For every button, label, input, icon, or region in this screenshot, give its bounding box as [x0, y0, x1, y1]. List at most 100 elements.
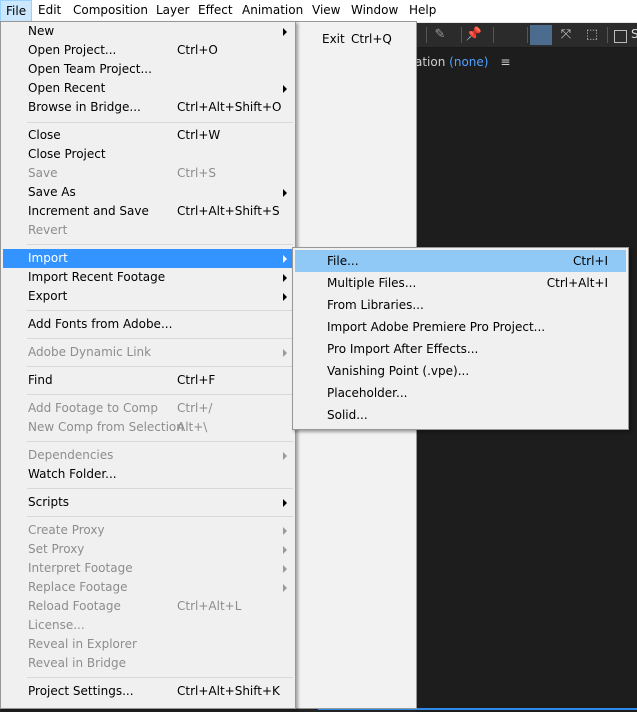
menu-item-label: Scripts: [28, 495, 70, 509]
menu-animation[interactable]: Animation: [237, 0, 308, 22]
menu-file[interactable]: File: [0, 0, 33, 22]
submenu-arrow-icon: [283, 85, 287, 93]
menu-item-reveal-in-bridge: Reveal in Bridge: [3, 654, 293, 673]
axis-icon[interactable]: ⤧: [555, 26, 577, 44]
menu-item-label: Save: [28, 166, 58, 180]
menu-view[interactable]: View: [307, 0, 345, 22]
menu-item-label: Set Proxy: [28, 542, 85, 556]
menu-item-shortcut: Ctrl+/: [177, 401, 213, 415]
menu-item-label: Project Settings...: [28, 684, 134, 698]
menu-separator: [27, 338, 293, 339]
menu-item-label: Import Adobe Premiere Pro Project...: [327, 320, 546, 334]
submenu-arrow-icon: [283, 584, 287, 592]
menu-separator: [27, 441, 293, 442]
local-axis-mode-icon[interactable]: [530, 25, 552, 45]
menu-item-label: From Libraries...: [327, 298, 424, 312]
menu-separator: [27, 310, 293, 311]
menu-edit[interactable]: Edit: [33, 0, 66, 22]
menu-item-new-comp-from-selection: New Comp from Selection Alt+\: [3, 418, 293, 437]
menu-item-label: Import: [28, 251, 68, 265]
menu-bar: File Edit Composition Layer Effect Anima…: [0, 0, 637, 23]
menu-item-scripts[interactable]: Scripts: [3, 493, 293, 512]
import-premiere-project-item[interactable]: Import Adobe Premiere Pro Project...: [295, 316, 626, 338]
import-file-item[interactable]: File... Ctrl+I: [295, 250, 626, 272]
menu-item-import[interactable]: Import: [3, 249, 293, 268]
menu-item-browse-in-bridge[interactable]: Browse in Bridge... Ctrl+Alt+Shift+O: [3, 98, 293, 117]
submenu-arrow-icon: [283, 349, 287, 357]
toolbar-divider: [527, 27, 528, 43]
menu-item-label: Increment and Save: [28, 204, 149, 218]
file-menu: New Open Project... Ctrl+O Open Team Pro…: [0, 21, 296, 709]
menu-item-label: New Comp from Selection: [28, 420, 184, 434]
menu-item-label: New: [28, 24, 55, 38]
menu-item-open-team-project[interactable]: Open Team Project...: [3, 60, 293, 79]
hamburger-icon[interactable]: ≡: [500, 55, 510, 69]
snapping-checkbox[interactable]: [614, 30, 627, 43]
menu-item-label: Revert: [28, 223, 68, 237]
menu-layer[interactable]: Layer: [151, 0, 194, 22]
import-vanishing-point-item[interactable]: Vanishing Point (.vpe)...: [295, 360, 626, 382]
menu-item-label: Vanishing Point (.vpe)...: [327, 364, 470, 378]
submenu-arrow-icon: [283, 189, 287, 197]
submenu-arrow-icon: [283, 274, 287, 282]
menu-item-label: Dependencies: [28, 448, 114, 462]
menu-help[interactable]: Help: [404, 0, 441, 22]
menu-item-watch-folder[interactable]: Watch Folder...: [3, 465, 293, 484]
exit-menu-item[interactable]: Exit Ctrl+Q: [298, 30, 414, 49]
import-multiple-files-item[interactable]: Multiple Files... Ctrl+Alt+I: [295, 272, 626, 294]
menu-item-label: Export: [28, 289, 68, 303]
menu-item-shortcut: Ctrl+Alt+Shift+S: [177, 204, 280, 218]
menu-window[interactable]: Window: [346, 0, 403, 22]
menu-item-label: Replace Footage: [28, 580, 128, 594]
menu-item-label: Solid...: [327, 408, 368, 422]
menu-item-shortcut: Ctrl+I: [573, 254, 608, 268]
menu-item-shortcut: Ctrl+Alt+Shift+K: [177, 684, 280, 698]
menu-item-interpret-footage: Interpret Footage: [3, 559, 293, 578]
menu-item-export[interactable]: Export: [3, 287, 293, 306]
toolbar-divider: [607, 27, 608, 43]
transform-icon[interactable]: ⬚: [581, 26, 603, 44]
menu-item-label: Open Recent: [28, 81, 106, 95]
menu-item-open-recent[interactable]: Open Recent: [3, 79, 293, 98]
menu-item-label: Save As: [28, 185, 76, 199]
menu-effect[interactable]: Effect: [193, 0, 238, 22]
menu-separator: [27, 366, 293, 367]
menu-item-shortcut: Ctrl+S: [177, 166, 217, 180]
menu-item-revert: Revert: [3, 221, 293, 240]
import-placeholder-item[interactable]: Placeholder...: [295, 382, 626, 404]
menu-item-import-recent-footage[interactable]: Import Recent Footage: [3, 268, 293, 287]
menu-item-shortcut: Ctrl+O: [177, 43, 218, 57]
menu-item-find[interactable]: Find Ctrl+F: [3, 371, 293, 390]
menu-item-replace-footage: Replace Footage: [3, 578, 293, 597]
menu-item-increment-and-save[interactable]: Increment and Save Ctrl+Alt+Shift+S: [3, 202, 293, 221]
menu-item-shortcut: Ctrl+W: [177, 128, 221, 142]
menu-separator: [27, 488, 293, 489]
pin-icon[interactable]: 📌: [463, 26, 485, 44]
toolbar-divider: [426, 27, 427, 43]
import-pro-import-item[interactable]: Pro Import After Effects...: [295, 338, 626, 360]
menu-item-label: Reload Footage: [28, 599, 121, 613]
tools-toolbar: ✎ 📌 ⤧ ⬚: [415, 23, 637, 48]
menu-item-label: Open Project...: [28, 43, 117, 57]
import-from-libraries-item[interactable]: From Libraries...: [295, 294, 626, 316]
puppet-pin-icon[interactable]: ✎: [429, 26, 451, 44]
menu-item-reveal-in-explorer: Reveal in Explorer: [3, 635, 293, 654]
menu-item-new[interactable]: New: [3, 22, 293, 41]
menu-item-project-settings[interactable]: Project Settings... Ctrl+Alt+Shift+K: [3, 682, 293, 701]
panel-none-link[interactable]: (none): [449, 55, 488, 69]
menu-item-add-fonts[interactable]: Add Fonts from Adobe...: [3, 315, 293, 334]
menu-item-shortcut: Ctrl+F: [177, 373, 216, 387]
menu-item-dependencies: Dependencies: [3, 446, 293, 465]
menu-item-label: Exit: [322, 32, 345, 46]
menu-item-set-proxy: Set Proxy: [3, 540, 293, 559]
submenu-arrow-icon: [283, 565, 287, 573]
menu-item-save-as[interactable]: Save As: [3, 183, 293, 202]
import-solid-item[interactable]: Solid...: [295, 404, 626, 426]
submenu-arrow-icon: [283, 546, 287, 554]
menu-item-label: Interpret Footage: [28, 561, 133, 575]
menu-item-create-proxy: Create Proxy: [3, 521, 293, 540]
menu-item-close[interactable]: Close Ctrl+W: [3, 126, 293, 145]
menu-composition[interactable]: Composition: [68, 0, 153, 22]
menu-item-close-project[interactable]: Close Project: [3, 145, 293, 164]
menu-item-open-project[interactable]: Open Project... Ctrl+O: [3, 41, 293, 60]
